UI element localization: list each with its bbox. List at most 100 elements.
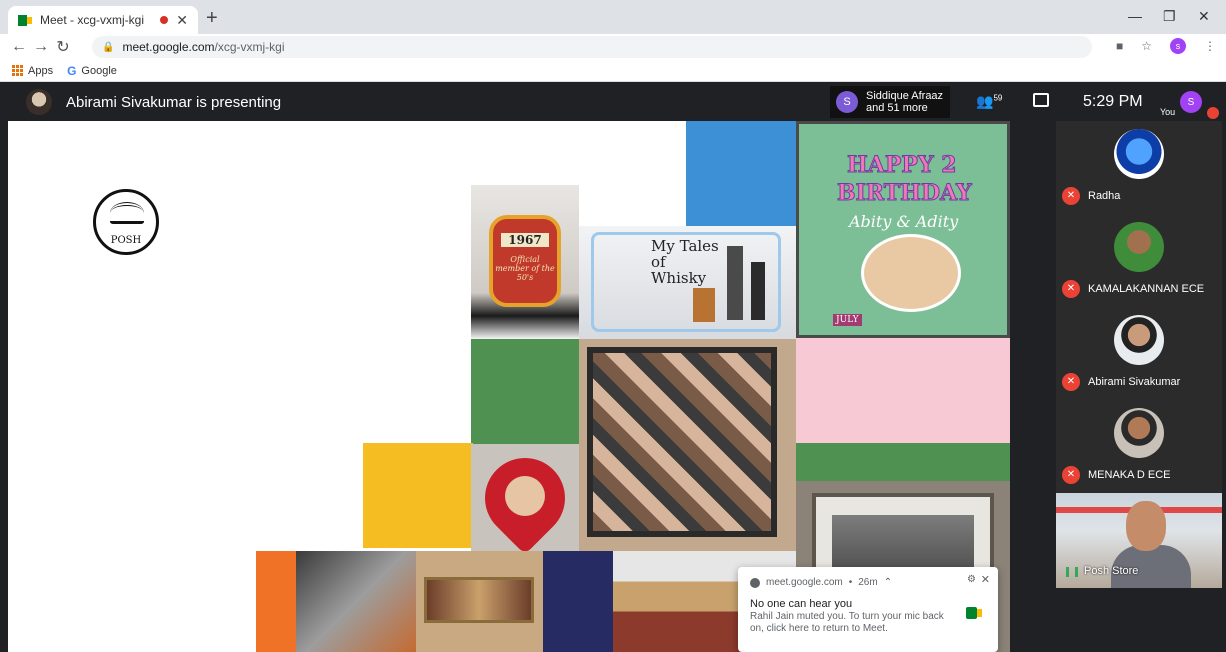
badge-year: 1967	[501, 233, 549, 247]
participant-tile[interactable]: ✕ Radha	[1056, 121, 1222, 214]
url-host: meet.google.com	[122, 40, 215, 54]
close-icon[interactable]: ✕	[981, 573, 990, 586]
collage-photos	[587, 347, 777, 537]
browser-tab[interactable]: Meet - xcg-vxmj-kgi ✕	[8, 6, 198, 34]
you-label: You	[1160, 107, 1176, 117]
birthday-month: JULY	[833, 314, 862, 326]
bookmark-google[interactable]: G Google	[67, 64, 117, 78]
mic-off-icon: ✕	[1062, 280, 1080, 298]
mic-off-icon: ✕	[1062, 466, 1080, 484]
green-block	[471, 339, 579, 444]
participant-avatar	[1114, 129, 1164, 179]
apps-grid-icon	[12, 65, 23, 76]
toolbar-actions: ■ ☆ s ⋮	[1116, 38, 1216, 54]
recording-indicator-icon	[160, 16, 169, 24]
bookmark-label: Apps	[28, 64, 54, 77]
self-avatar: S	[1180, 91, 1202, 113]
participant-name: KAMALAKANNAN ECE	[1088, 283, 1205, 295]
restore-button[interactable]: ❐	[1163, 8, 1176, 25]
green-strip-block	[796, 443, 1010, 481]
camera-tile[interactable]: Posh Store	[1056, 493, 1222, 588]
orange-block	[256, 551, 296, 652]
viewer-name: Siddique Afraaz	[866, 90, 944, 102]
people-count: 59	[993, 93, 1003, 103]
participant-name: Radha	[1088, 190, 1121, 202]
birthday-line1: HAPPY 2	[847, 152, 958, 179]
participant-sidebar: ✕ Radha ✕ KAMALAKANNAN ECE ✕ Abirami Siv…	[1056, 121, 1222, 493]
speaker-face	[1126, 501, 1166, 551]
notification-body: Rahil Jain muted you. To turn your mic b…	[750, 611, 944, 634]
dancer-photo	[296, 551, 416, 652]
viewer-avatar: S	[836, 91, 858, 113]
notification-age: 26m	[858, 577, 878, 588]
badge-text: Official member of the 50's	[495, 255, 555, 282]
bookmark-apps[interactable]: Apps	[12, 65, 53, 77]
viewer-text: Siddique Afraaz and 51 more	[866, 90, 943, 114]
logo-text: POSH	[110, 235, 142, 246]
birthday-line2: BIRTHDAY	[837, 180, 973, 207]
crown-icon	[110, 202, 144, 224]
navy-block	[543, 551, 613, 652]
reload-button[interactable]: ↻	[52, 37, 74, 57]
people-button[interactable]: 👥59	[976, 93, 1002, 110]
participant-tile[interactable]: ✕ Abirami Sivakumar	[1056, 307, 1222, 400]
meet-logo-icon	[966, 607, 982, 619]
close-tab-icon[interactable]: ✕	[176, 12, 188, 29]
chevron-up-icon[interactable]: ⌃	[884, 577, 892, 588]
meeting-clock: 5:29 PM	[1083, 93, 1143, 110]
bottle-1	[727, 246, 743, 320]
bookmark-label: Google	[81, 64, 117, 77]
meet-favicon-icon	[18, 14, 32, 26]
minimize-button[interactable]: —	[1128, 8, 1142, 24]
camera-in-use-icon[interactable]: ■	[1116, 39, 1123, 53]
gear-icon[interactable]: ⚙	[967, 574, 976, 585]
posh-logo: POSH	[93, 189, 159, 255]
address-bar[interactable]: 🔒 meet.google.com/xcg-vxmj-kgi	[92, 36, 1092, 58]
couple-photo-strip	[424, 577, 534, 623]
forward-button[interactable]: →	[30, 38, 52, 56]
bookmarks-bar: Apps G Google	[0, 60, 1226, 82]
heart-pillow-photo	[468, 441, 582, 555]
birthday-poster: HAPPY 2 BIRTHDAY Abity & Adity JULY	[796, 121, 1010, 338]
participant-name: Abirami Sivakumar	[1088, 376, 1181, 388]
blue-block	[686, 121, 796, 231]
whisky-box-photo: My Tales of Whisky	[579, 226, 796, 339]
new-tab-button[interactable]: +	[206, 8, 218, 28]
meet-top-bar: Abirami Sivakumar is presenting S Siddiq…	[0, 83, 1226, 121]
notification-separator: •	[848, 577, 853, 588]
tab-strip: Meet - xcg-vxmj-kgi ✕ + — ❐ ✕	[0, 0, 1226, 34]
participant-avatar	[1114, 315, 1164, 365]
chat-icon[interactable]	[1033, 93, 1049, 107]
yellow-block	[363, 443, 473, 548]
google-icon: G	[67, 63, 77, 78]
speaking-indicator-icon	[1066, 567, 1078, 577]
close-window-button[interactable]: ✕	[1198, 8, 1210, 25]
photo-collage-frame	[579, 339, 796, 551]
presenting-label: Abirami Sivakumar is presenting	[66, 94, 282, 111]
participant-summary-chip[interactable]: S Siddique Afraaz and 51 more	[830, 86, 950, 118]
profile-avatar[interactable]: s	[1170, 38, 1186, 54]
participant-tile[interactable]: ✕ MENAKA D ECE	[1056, 400, 1222, 493]
bookmark-star-icon[interactable]: ☆	[1141, 39, 1152, 53]
glass	[693, 288, 715, 322]
participant-tile[interactable]: ✕ KAMALAKANNAN ECE	[1056, 214, 1222, 307]
couple-photo	[416, 551, 543, 652]
presenter-avatar	[26, 89, 52, 115]
browser-toolbar: ← → ↻ 🔒 meet.google.com/xcg-vxmj-kgi ■ ☆…	[0, 34, 1226, 60]
participant-avatar	[1114, 408, 1164, 458]
whisky-text: My Tales of Whisky	[651, 237, 719, 287]
chrome-icon	[750, 577, 760, 588]
mute-notification[interactable]: meet.google.com • 26m ⌃ ⚙ ✕ No one can h…	[738, 567, 998, 652]
menu-kebab-icon[interactable]: ⋮	[1204, 39, 1216, 53]
meet-stage: Abirami Sivakumar is presenting S Siddiq…	[0, 83, 1226, 652]
people-icon: 👥	[976, 93, 994, 109]
camera-tile-name: Posh Store	[1084, 565, 1139, 577]
mic-off-icon: ✕	[1062, 373, 1080, 391]
birthday-names: Abity & Adity	[849, 212, 959, 231]
viewer-more: and 51 more	[866, 102, 928, 114]
vintage-badge-photo: 1967 Official member of the 50's	[471, 185, 579, 339]
child-photo	[505, 476, 545, 516]
participant-avatar	[1114, 222, 1164, 272]
bottle-2	[751, 262, 765, 320]
back-button[interactable]: ←	[8, 38, 30, 56]
